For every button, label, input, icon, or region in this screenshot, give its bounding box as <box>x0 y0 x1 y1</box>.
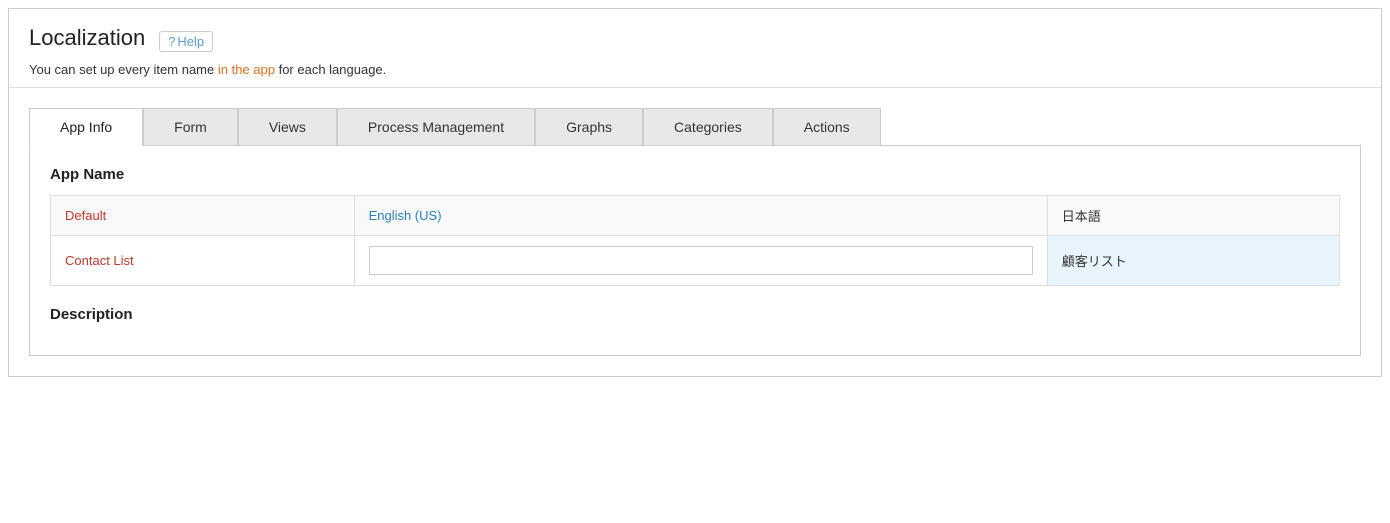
row-english-cell[interactable] <box>354 235 1047 285</box>
tab-categories[interactable]: Categories <box>643 108 773 145</box>
help-link[interactable]: Help <box>159 31 213 52</box>
description-heading: Description <box>50 306 1340 323</box>
tab-process-management[interactable]: Process Management <box>337 108 535 145</box>
header-section: Localization Help You can set up every i… <box>9 9 1381 88</box>
english-input[interactable] <box>369 246 1033 275</box>
tab-views[interactable]: Views <box>238 108 337 145</box>
desc-after: for each language. <box>275 62 386 77</box>
contact-list-link[interactable]: Contact List <box>65 253 134 268</box>
row-japanese-cell: 顧客リスト <box>1047 235 1339 285</box>
page-title: Localization <box>29 25 145 51</box>
app-name-table: Default English (US) 日本語 Contact List <box>50 195 1340 286</box>
description-section: Description <box>50 306 1340 323</box>
tab-app-info[interactable]: App Info <box>29 108 143 146</box>
col-japanese: 日本語 <box>1047 195 1339 235</box>
table-row: Contact List 顧客リスト <box>51 235 1340 285</box>
japanese-value: 顧客リスト <box>1062 254 1127 269</box>
table-header-row: Default English (US) 日本語 <box>51 195 1340 235</box>
default-link[interactable]: Default <box>65 208 106 223</box>
japanese-label: 日本語 <box>1062 209 1101 224</box>
tab-graphs[interactable]: Graphs <box>535 108 643 145</box>
col-english: English (US) <box>354 195 1047 235</box>
desc-before: You can set up every item name <box>29 62 218 77</box>
tab-content-app-info: App Name Default English (US) 日本語 <box>29 145 1361 356</box>
desc-link[interactable]: in the app <box>218 62 275 77</box>
app-name-heading: App Name <box>50 166 1340 183</box>
tabs-area: App Info Form Views Process Management G… <box>9 88 1381 356</box>
main-container: Localization Help You can set up every i… <box>8 8 1382 377</box>
tab-actions[interactable]: Actions <box>773 108 881 145</box>
description-text: You can set up every item name in the ap… <box>29 62 1361 77</box>
tab-form[interactable]: Form <box>143 108 238 145</box>
row-label-cell: Contact List <box>51 235 355 285</box>
tabs-list: App Info Form Views Process Management G… <box>9 108 1381 145</box>
col-default: Default <box>51 195 355 235</box>
english-us-label: English (US) <box>369 208 442 223</box>
